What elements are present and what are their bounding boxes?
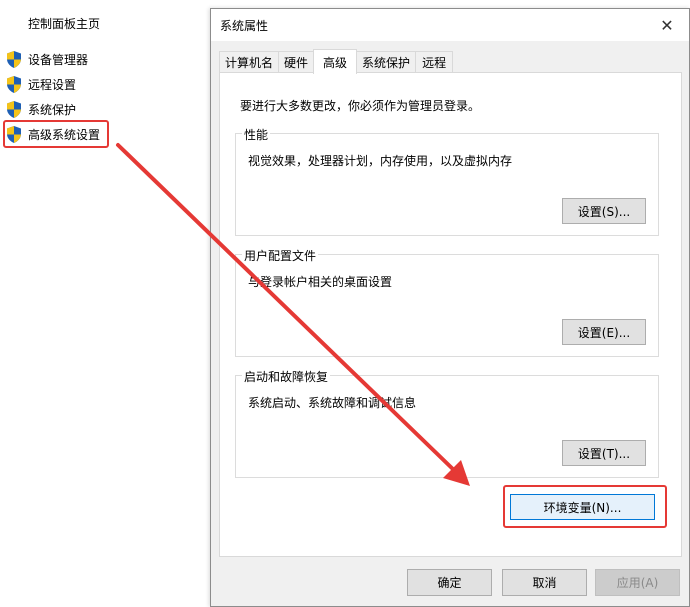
sidebar-item-label: 设备管理器: [28, 52, 89, 67]
sidebar-item-label: 系统保护: [28, 102, 77, 117]
annotation-highlight-advanced-settings: [3, 120, 109, 148]
group-description: 与登录帐户相关的桌面设置: [248, 275, 393, 289]
group-description: 系统启动、系统故障和调试信息: [248, 396, 417, 410]
uac-shield-icon: [7, 75, 21, 93]
admin-notice: 要进行大多数更改，你必须作为管理员登录。: [240, 99, 481, 113]
close-icon: ✕: [660, 15, 674, 35]
tab-remote[interactable]: 远程: [415, 51, 454, 73]
advanced-tab-panel: 要进行大多数更改，你必须作为管理员登录。 性能 视觉效果，处理器计划，内存使用，…: [219, 72, 682, 557]
group-title: 性能: [242, 126, 271, 143]
group-title: 用户配置文件: [242, 247, 319, 264]
tab-system-protection[interactable]: 系统保护: [356, 51, 417, 73]
dialog-title: 系统属性: [220, 19, 269, 33]
tab-hardware[interactable]: 硬件: [278, 51, 315, 73]
group-title: 启动和故障恢复: [242, 368, 331, 385]
user-profiles-group: 用户配置文件 与登录帐户相关的桌面设置 设置(E)...: [235, 247, 659, 357]
system-properties-dialog: 系统属性 ✕ 计算机名 硬件 高级 系统保护 远程 要进行大多数更改，你必须作为…: [210, 8, 690, 607]
sidebar-item-label: 远程设置: [28, 77, 77, 92]
ok-button[interactable]: 确定: [407, 569, 492, 596]
apply-button[interactable]: 应用(A): [595, 569, 680, 596]
title-bar: 系统属性 ✕: [211, 9, 689, 41]
sidebar-item-remote-settings[interactable]: 远程设置: [6, 73, 76, 95]
group-description: 视觉效果，处理器计划，内存使用，以及虚拟内存: [248, 154, 513, 168]
uac-shield-icon: [7, 100, 21, 118]
tab-computer-name[interactable]: 计算机名: [219, 51, 280, 73]
uac-shield-icon: [7, 50, 21, 68]
performance-group: 性能 视觉效果，处理器计划，内存使用，以及虚拟内存 设置(S)...: [235, 126, 659, 236]
performance-settings-button[interactable]: 设置(S)...: [562, 198, 646, 224]
startup-recovery-group: 启动和故障恢复 系统启动、系统故障和调试信息 设置(T)...: [235, 368, 659, 478]
cancel-button[interactable]: 取消: [502, 569, 587, 596]
tab-bar: 计算机名 硬件 高级 系统保护 远程: [219, 49, 454, 74]
sidebar-item-system-protection[interactable]: 系统保护: [6, 98, 76, 120]
user-profiles-settings-button[interactable]: 设置(E)...: [562, 319, 646, 345]
control-panel-home-link[interactable]: 控制面板主页: [28, 15, 100, 32]
environment-variables-button[interactable]: 环境变量(N)...: [510, 494, 655, 520]
tab-advanced[interactable]: 高级: [313, 49, 358, 74]
startup-recovery-settings-button[interactable]: 设置(T)...: [562, 440, 646, 466]
sidebar-item-device-manager[interactable]: 设备管理器: [6, 48, 88, 70]
close-button[interactable]: ✕: [645, 9, 689, 41]
